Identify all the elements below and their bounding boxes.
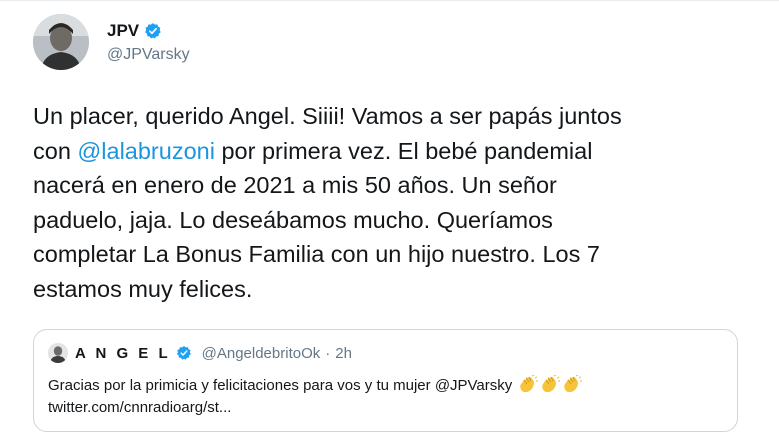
clapping-hands-icon [518, 374, 539, 393]
quoted-link[interactable]: twitter.com/cnnradioarg/st... [48, 399, 231, 416]
quoted-timestamp[interactable]: 2h [335, 345, 352, 362]
author-avatar[interactable] [33, 14, 89, 70]
quoted-tweet-header: A N G E L @AngeldebritoOk · 2h [48, 342, 352, 364]
quoted-author-handle: @AngeldebritoOk [201, 344, 321, 362]
tweet: JPV @JPVarsky Un placer, querido Angel. … [0, 0, 779, 448]
quoted-mention: @JPVarsky [434, 377, 513, 394]
top-divider [0, 0, 779, 1]
author-name-row: JPV [107, 20, 162, 42]
quoted-author-name: A N G E L [75, 344, 171, 362]
clapping-hands-icon [540, 374, 561, 393]
author-handle[interactable]: @JPVarsky [107, 46, 190, 64]
author-display-name[interactable]: JPV [107, 21, 139, 41]
tweet-text: Un placer, querido Angel. Siiii! Vamos a… [33, 99, 778, 306]
clapping-hands-icon [562, 374, 583, 393]
quoted-separator: · [325, 344, 331, 362]
mention-link[interactable]: @lalabruzoni [77, 138, 215, 164]
quoted-author-avatar [48, 343, 68, 363]
verified-badge-icon [144, 22, 162, 40]
quoted-verified-badge-icon [176, 345, 192, 361]
quoted-text: Gracias por la primicia y felicitaciones… [48, 377, 435, 394]
quoted-tweet-card[interactable]: A N G E L @AngeldebritoOk · 2h Gracias p… [33, 329, 738, 432]
quoted-tweet-text: Gracias por la primicia y felicitaciones… [48, 374, 718, 419]
